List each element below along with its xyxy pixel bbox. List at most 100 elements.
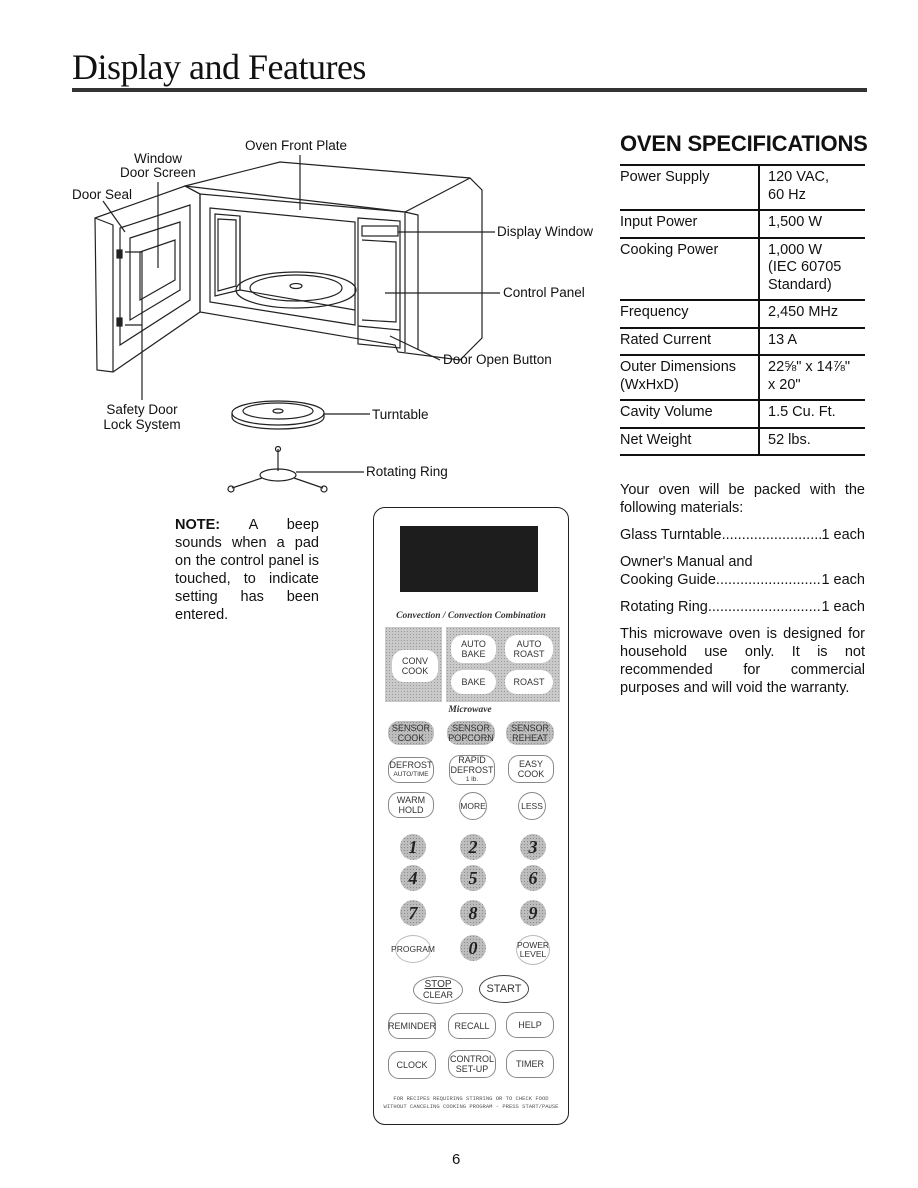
spec-row: Outer Dimensions (WxHxD) 22⅝" x 14⅞" x 20" bbox=[620, 355, 865, 401]
note-paragraph: NOTE: A beep sounds when a pad on the co… bbox=[175, 516, 319, 624]
rapid-defrost-button[interactable]: RAPID DEFROST 1 lb. bbox=[449, 755, 495, 785]
spec-value: 1,000 W (IEC 60705 Standard) bbox=[759, 237, 865, 301]
warm-hold-button[interactable]: WARM HOLD bbox=[388, 792, 434, 818]
spec-key-line: Net Weight bbox=[620, 431, 692, 448]
packing-item: Rotating Ring 1 each bbox=[620, 598, 865, 616]
packing-item-qty: 1 each bbox=[821, 527, 865, 543]
label-lock-system: Lock System bbox=[103, 417, 181, 432]
stop-label: STOP bbox=[424, 979, 452, 990]
digit-3-button[interactable]: 3 bbox=[520, 834, 546, 860]
roast-button[interactable]: ROAST bbox=[505, 670, 553, 694]
digit-9-button[interactable]: 9 bbox=[520, 900, 546, 926]
spec-row: Cooking Power 1,000 W (IEC 60705 Standard) bbox=[620, 237, 865, 301]
bake-button[interactable]: BAKE bbox=[451, 670, 496, 694]
spec-value: 2,450 MHz bbox=[759, 300, 865, 329]
timer-button[interactable]: TIMER bbox=[506, 1050, 554, 1078]
sensor-cook-button[interactable]: SENSOR COOK bbox=[388, 721, 434, 745]
label-safety-door: Safety Door bbox=[106, 402, 178, 417]
spec-value-line: 2,450 MHz bbox=[768, 304, 839, 320]
spec-value: 13 A bbox=[759, 327, 865, 356]
spec-value-line: 13 A bbox=[768, 331, 798, 348]
spec-key: Cooking Power bbox=[620, 237, 760, 301]
clear-label: CLEAR bbox=[422, 990, 453, 1000]
spec-key: Net Weight bbox=[620, 427, 760, 456]
recall-button[interactable]: RECALL bbox=[448, 1013, 496, 1039]
spec-row: Net Weight 52 lbs. bbox=[620, 427, 865, 456]
digit-8-button[interactable]: 8 bbox=[460, 900, 486, 926]
start-button[interactable]: START bbox=[479, 975, 529, 1003]
specs-title: OVEN SPECIFICATIONS bbox=[620, 131, 868, 156]
digit-2-button[interactable]: 2 bbox=[460, 834, 486, 860]
spec-value: 1,500 W bbox=[759, 210, 865, 239]
label-door-screen: Door Screen bbox=[120, 165, 196, 180]
spec-value-line: 52 lbs. bbox=[768, 431, 811, 448]
label-control-panel: Control Panel bbox=[503, 285, 585, 300]
spec-row: Frequency 2,450 MHz bbox=[620, 300, 865, 329]
label-door-seal: Door Seal bbox=[72, 187, 133, 202]
reminder-button[interactable]: REMINDER bbox=[388, 1013, 436, 1039]
panel-footer-note: FOR RECIPES REQUIRING STIRRING OR TO CHE… bbox=[383, 1095, 559, 1110]
spec-key-line: Cavity Volume bbox=[620, 404, 713, 420]
spec-key-line: Power Supply bbox=[620, 169, 710, 185]
defrost-button[interactable]: DEFROST AUTO/TIME bbox=[388, 757, 434, 783]
spec-key: Rated Current bbox=[620, 327, 760, 356]
control-setup-button[interactable]: CONTROL SET-UP bbox=[448, 1050, 496, 1078]
usage-disclaimer: This microwave oven is designed for hous… bbox=[620, 626, 865, 696]
label-display-window: Display Window bbox=[497, 224, 594, 239]
spec-value-line: 1,500 W bbox=[768, 214, 822, 230]
digit-6-button[interactable]: 6 bbox=[520, 865, 546, 891]
help-button[interactable]: HELP bbox=[506, 1012, 554, 1038]
packing-item-row: Rotating Ring 1 each bbox=[620, 598, 865, 616]
label-door-open-button: Door Open Button bbox=[443, 352, 552, 367]
digit-5-button[interactable]: 5 bbox=[460, 865, 486, 891]
dot-leader bbox=[722, 526, 822, 544]
packing-intro: Your oven will be packed with the follow… bbox=[620, 482, 865, 516]
cavity-turntable bbox=[235, 271, 357, 309]
more-button[interactable]: MORE bbox=[459, 792, 487, 820]
rapid-defrost-label: RAPID DEFROST bbox=[450, 755, 494, 775]
stop-clear-button[interactable]: STOP CLEAR bbox=[413, 976, 463, 1004]
spec-key-line: (WxHxD) bbox=[620, 376, 679, 393]
program-button[interactable]: PROGRAM bbox=[391, 935, 435, 963]
spec-value-line: 60 Hz bbox=[768, 186, 806, 203]
spec-value: 1.5 Cu. Ft. bbox=[759, 400, 865, 429]
note-heading: NOTE: bbox=[175, 517, 221, 533]
label-turntable: Turntable bbox=[372, 407, 429, 422]
digit-1-button[interactable]: 1 bbox=[400, 834, 426, 860]
spec-value: 52 lbs. bbox=[759, 427, 865, 456]
door-open-button-shape bbox=[357, 325, 401, 331]
dot-leader bbox=[716, 571, 822, 589]
label-safety-door-lock: Safety Door Lock System bbox=[100, 402, 184, 432]
power-level-button[interactable]: POWER LEVEL bbox=[516, 935, 550, 965]
auto-bake-button[interactable]: AUTO BAKE bbox=[451, 635, 496, 663]
packing-item-name: Cooking Guide bbox=[620, 572, 716, 588]
spec-row: Input Power 1,500 W bbox=[620, 210, 865, 239]
oven-front-frame bbox=[199, 193, 406, 352]
display-screen bbox=[400, 526, 538, 592]
conv-cook-button[interactable]: CONV COOK bbox=[392, 650, 438, 682]
less-button[interactable]: LESS bbox=[518, 792, 546, 820]
packing-item-name: Glass Turntable bbox=[620, 527, 722, 543]
spec-key-line: Input Power bbox=[620, 214, 698, 230]
oven-top-edge bbox=[184, 177, 471, 213]
spec-key: Outer Dimensions (WxHxD) bbox=[620, 355, 760, 401]
spec-value-line: (IEC 60705 bbox=[768, 259, 842, 275]
clock-button[interactable]: CLOCK bbox=[388, 1051, 436, 1079]
auto-roast-button[interactable]: AUTO ROAST bbox=[505, 635, 553, 663]
label-rotating-ring: Rotating Ring bbox=[366, 464, 448, 479]
sensor-popcorn-button[interactable]: SENSOR POPCORN bbox=[447, 721, 495, 745]
defrost-label: DEFROST bbox=[389, 760, 433, 770]
spec-row: Cavity Volume 1.5 Cu. Ft. bbox=[620, 400, 865, 429]
label-window: Window bbox=[134, 151, 183, 166]
digit-4-button[interactable]: 4 bbox=[400, 865, 426, 891]
spec-value: 120 VAC, 60 Hz bbox=[759, 164, 865, 211]
spec-key: Cavity Volume bbox=[620, 400, 760, 429]
digit-0-button[interactable]: 0 bbox=[460, 935, 486, 961]
sensor-reheat-button[interactable]: SENSOR REHEAT bbox=[506, 721, 554, 745]
rotating-ring-shape bbox=[227, 445, 328, 493]
packing-list: Glass Turntable1 eachOwner's Manual andC… bbox=[620, 526, 865, 616]
label-oven-front-plate: Oven Front Plate bbox=[245, 138, 348, 153]
easy-cook-button[interactable]: EASY COOK bbox=[508, 755, 554, 783]
digit-7-button[interactable]: 7 bbox=[400, 900, 426, 926]
packing-item-qty: 1 each bbox=[821, 599, 865, 615]
